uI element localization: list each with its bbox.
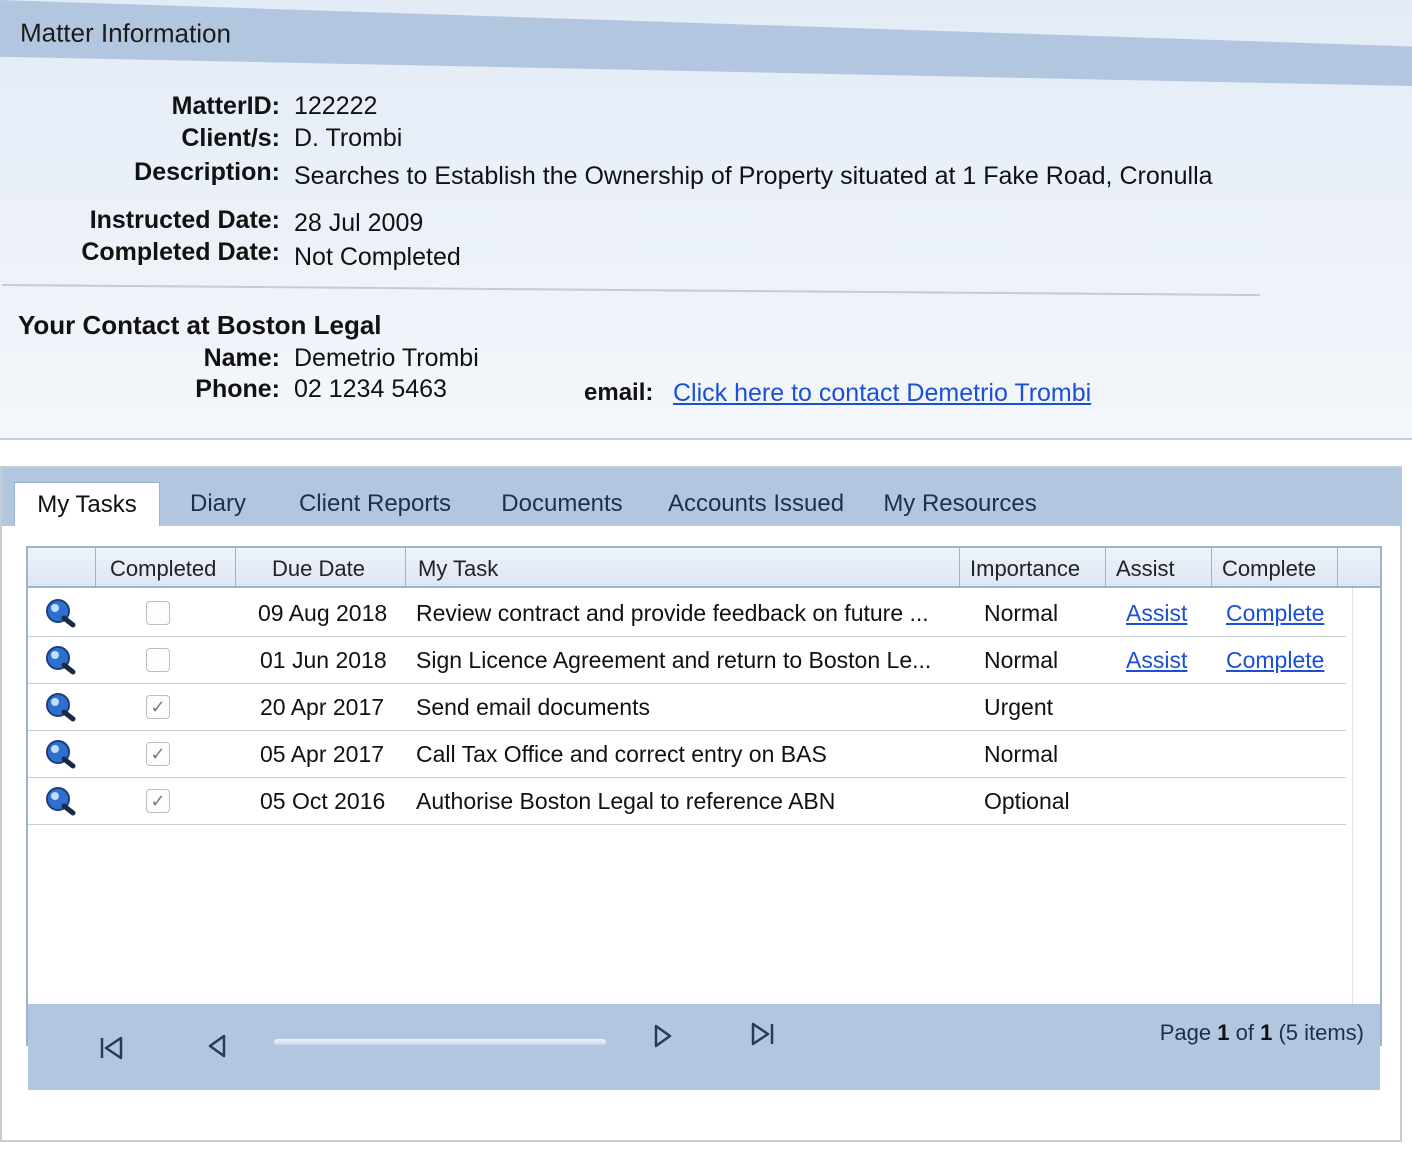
assist-link[interactable]: Assist: [1126, 647, 1187, 674]
tab-my-tasks[interactable]: My Tasks: [14, 482, 160, 526]
header-spacer: [1338, 548, 1380, 588]
header-assist[interactable]: Assist: [1106, 548, 1212, 588]
table-row: 09 Aug 2018 Review contract and provide …: [28, 590, 1346, 637]
contact-phone-value: 02 1234 5463: [294, 375, 447, 403]
last-page-icon[interactable]: [744, 1016, 780, 1052]
matter-id-value: 122222: [294, 92, 378, 120]
header-view-column: [28, 548, 96, 588]
of-word: of: [1235, 1020, 1254, 1045]
contact-heading: Your Contact at Boston Legal: [18, 310, 382, 340]
task-cell: Review contract and provide feedback on …: [416, 600, 929, 626]
completed-checkbox[interactable]: ✓: [146, 789, 170, 813]
completed-checkbox[interactable]: [146, 648, 170, 672]
tab-documents[interactable]: Documents: [486, 482, 638, 526]
tab-strip: My Tasks Diary Client Reports Documents …: [2, 468, 1402, 526]
page-slider[interactable]: [274, 1039, 606, 1045]
header-complete[interactable]: Complete: [1212, 548, 1338, 588]
next-page-icon[interactable]: [644, 1018, 680, 1054]
clients-row: Client/s: D. Trombi: [0, 124, 1412, 158]
contact-name-label: Name:: [203, 344, 280, 372]
page-info: Page 1 of 1 (5 items): [1160, 1020, 1364, 1046]
pager-bar: Page 1 of 1 (5 items): [28, 1004, 1380, 1090]
due-date-cell: 05 Apr 2017: [260, 741, 385, 767]
table-row: ✓ 05 Oct 2016 Authorise Boston Legal to …: [28, 778, 1346, 825]
due-date-cell: 01 Jun 2018: [260, 647, 387, 673]
importance-cell: Normal: [984, 647, 1059, 673]
contact-name-row: Name: Demetrio Trombi: [0, 344, 1412, 378]
task-cell: Sign Licence Agreement and return to Bos…: [416, 647, 932, 673]
total-pages: 1: [1260, 1020, 1273, 1045]
assist-link[interactable]: Assist: [1126, 600, 1187, 627]
table-row: ✓ 20 Apr 2017 Send email documents Urgen…: [28, 684, 1346, 731]
completed-date-row: Completed Date: Not Completed: [0, 238, 1412, 272]
header-due-date[interactable]: Due Date: [236, 548, 406, 588]
contact-phone-label: Phone:: [195, 375, 280, 403]
description-row: Description: Searches to Establish the O…: [0, 158, 1412, 192]
contact-email-link[interactable]: Click here to contact Demetrio Trombi: [673, 379, 1091, 408]
importance-cell: Normal: [984, 600, 1059, 626]
first-page-icon[interactable]: [94, 1030, 130, 1066]
importance-cell: Optional: [984, 788, 1070, 814]
grid-scrollbar[interactable]: [1352, 588, 1380, 1008]
contact-name-value: Demetrio Trombi: [294, 344, 479, 372]
completed-date-value: Not Completed: [294, 243, 461, 271]
matter-id-label: MatterID:: [171, 92, 280, 120]
header-importance[interactable]: Importance: [960, 548, 1106, 588]
importance-cell: Normal: [984, 741, 1059, 767]
completed-date-label: Completed Date:: [81, 238, 280, 266]
tab-client-reports[interactable]: Client Reports: [284, 482, 466, 526]
items-count: (5 items): [1278, 1020, 1364, 1045]
description-value: Searches to Establish the Ownership of P…: [294, 162, 1213, 190]
tab-accounts-issued[interactable]: Accounts Issued: [658, 482, 854, 526]
instructed-date-value: 28 Jul 2009: [294, 209, 424, 237]
clients-label: Client/s:: [181, 124, 280, 152]
task-cell: Send email documents: [416, 694, 650, 720]
current-page: 1: [1217, 1020, 1230, 1045]
search-magnifier-icon[interactable]: [44, 739, 76, 769]
due-date-cell: 05 Oct 2016: [260, 788, 386, 814]
completed-checkbox[interactable]: [146, 601, 170, 625]
tab-my-resources[interactable]: My Resources: [874, 482, 1046, 526]
header-my-task[interactable]: My Task: [406, 548, 960, 588]
table-row: ✓ 05 Apr 2017 Call Tax Office and correc…: [28, 731, 1346, 778]
search-magnifier-icon[interactable]: [44, 692, 76, 722]
completed-checkbox[interactable]: ✓: [146, 742, 170, 766]
task-cell: Authorise Boston Legal to reference ABN: [416, 788, 836, 814]
matter-information-panel: Matter Information MatterID: 122222 Clie…: [0, 0, 1412, 440]
tab-diary[interactable]: Diary: [172, 482, 264, 526]
instructed-date-label: Instructed Date:: [89, 206, 280, 234]
search-magnifier-icon[interactable]: [44, 598, 76, 628]
table-row: 01 Jun 2018 Sign Licence Agreement and r…: [28, 637, 1346, 684]
search-magnifier-icon[interactable]: [44, 645, 76, 675]
description-label: Description:: [134, 158, 280, 186]
due-date-cell: 20 Apr 2017: [260, 694, 385, 720]
tasks-grid: Completed Due Date My Task Importance As…: [26, 546, 1382, 1090]
header-completed[interactable]: Completed: [96, 548, 236, 588]
grid-header: Completed Due Date My Task Importance As…: [28, 548, 1380, 588]
page-word: Page: [1159, 1020, 1212, 1045]
contact-email-label: email:: [584, 379, 654, 406]
complete-link[interactable]: Complete: [1226, 600, 1324, 627]
due-date-cell: 09 Aug 2018: [258, 600, 388, 626]
importance-cell: Urgent: [984, 694, 1054, 720]
search-magnifier-icon[interactable]: [44, 786, 76, 816]
clients-value: D. Trombi: [294, 124, 403, 152]
task-cell: Call Tax Office and correct entry on BAS: [416, 741, 827, 767]
tasks-panel: My Tasks Diary Client Reports Documents …: [0, 466, 1402, 1142]
instructed-date-row: Instructed Date: 28 Jul 2009: [0, 206, 1412, 240]
previous-page-icon[interactable]: [200, 1028, 236, 1064]
completed-checkbox[interactable]: ✓: [146, 695, 170, 719]
complete-link[interactable]: Complete: [1226, 647, 1324, 674]
matter-id-row: MatterID: 122222: [0, 92, 1412, 126]
